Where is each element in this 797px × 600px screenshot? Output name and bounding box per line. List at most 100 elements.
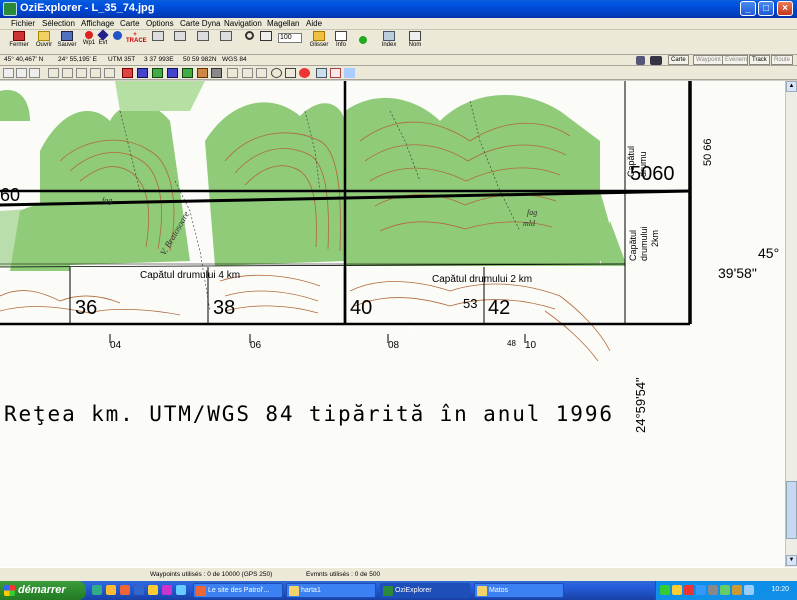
clock[interactable]: 10:20	[771, 586, 789, 593]
scroll-thumb[interactable]	[786, 481, 797, 539]
tool-b-button[interactable]	[170, 31, 190, 53]
zoom-fit-icon[interactable]	[104, 68, 115, 78]
zoom-100-icon[interactable]	[62, 68, 73, 78]
mm-icon[interactable]	[242, 68, 253, 78]
tray-volume-icon[interactable]	[708, 585, 718, 595]
close-map-button[interactable]: Fermer	[8, 31, 30, 53]
tool-c-button[interactable]	[193, 31, 213, 53]
waypoint-button[interactable]: Wp1	[82, 31, 96, 53]
gps-icon[interactable]	[636, 56, 645, 65]
quicklaunch-app-icon[interactable]	[176, 585, 186, 595]
task-le-site[interactable]: Le site des Patrol'...	[193, 583, 283, 598]
close-button[interactable]: ×	[777, 1, 793, 16]
quicklaunch-folder-icon[interactable]	[148, 585, 158, 595]
menu-magellan[interactable]: Magellan	[267, 19, 299, 28]
coordinate-bar: 45° 40,467' N 24° 55,195' E UTM 35T 3 37…	[0, 55, 797, 66]
move-button[interactable]	[352, 31, 374, 53]
scale-icon[interactable]	[256, 68, 267, 78]
chart-icon[interactable]	[330, 68, 341, 78]
zoom-50-icon[interactable]	[76, 68, 87, 78]
route-button[interactable]	[111, 31, 123, 53]
save-button[interactable]: Sauver	[56, 31, 78, 53]
line-tool-icon[interactable]	[29, 68, 40, 78]
zoom-value: 100	[278, 33, 302, 43]
place-mld: mld	[523, 219, 536, 228]
tab-waypoint[interactable]: Waypoint	[693, 55, 724, 65]
gps-misc-icon[interactable]	[211, 68, 222, 78]
menu-fichier[interactable]: Fichier	[11, 19, 35, 28]
track-button[interactable]: + TRACE	[126, 31, 147, 53]
topo-map[interactable]: 60 36 38 40 42 53 5060 50 66 Capătul dru…	[0, 81, 785, 567]
menu-aide[interactable]: Aide	[306, 19, 322, 28]
folder-icon	[477, 586, 487, 596]
tray-bluetooth-icon[interactable]	[696, 585, 706, 595]
task-oziexplorer[interactable]: OziExplorer	[380, 583, 470, 598]
tray-app-icon[interactable]	[672, 585, 682, 595]
menu-options[interactable]: Options	[146, 19, 174, 28]
scroll-up-icon[interactable]: ▲	[786, 81, 797, 92]
tab-evenements[interactable]: Evénements	[722, 55, 748, 65]
zoom-200-icon[interactable]	[48, 68, 59, 78]
save-map-icon[interactable]	[650, 56, 662, 65]
menu-affichage[interactable]: Affichage	[81, 19, 114, 28]
info-button[interactable]: Info	[332, 31, 350, 53]
gps-events-icon[interactable]	[197, 68, 208, 78]
map-list-icon[interactable]	[316, 68, 327, 78]
start-button[interactable]: démarrer	[0, 581, 86, 600]
zoom-select[interactable]: 100	[278, 31, 302, 53]
tab-track[interactable]: Track	[749, 55, 770, 65]
open-button[interactable]: Ouvrir	[33, 31, 55, 53]
quicklaunch-ie-icon[interactable]	[134, 585, 144, 595]
drag-button[interactable]: Glisser	[307, 31, 331, 53]
zoom-full-icon[interactable]	[90, 68, 101, 78]
compass-icon[interactable]	[271, 68, 282, 78]
gps-download-icon[interactable]	[152, 68, 163, 78]
antenna-icon[interactable]	[344, 68, 355, 78]
menu-selection[interactable]: Sélection	[42, 19, 75, 28]
task-harta1[interactable]: harta1	[286, 583, 376, 598]
title-bar[interactable]: OziExplorer - L_35_74.jpg _ □ ×	[0, 0, 797, 18]
select-tool-icon[interactable]	[3, 68, 14, 78]
info-label: Info	[335, 42, 346, 48]
event-button[interactable]: Evt	[97, 29, 109, 53]
quicklaunch-firefox-icon[interactable]	[120, 585, 130, 595]
quicklaunch-media-icon[interactable]	[162, 585, 172, 595]
nm-icon[interactable]	[227, 68, 238, 78]
task-matos[interactable]: Matos	[474, 583, 564, 598]
maximize-button[interactable]: □	[758, 1, 774, 16]
gps-route-icon[interactable]	[167, 68, 178, 78]
grid-label-53: 53	[463, 296, 477, 311]
scroll-down-icon[interactable]: ▼	[786, 555, 797, 566]
zoom-button[interactable]	[259, 31, 273, 53]
gps-track-icon[interactable]	[182, 68, 193, 78]
quicklaunch-explorer-icon[interactable]	[106, 585, 116, 595]
road-end-vert-2: drumului	[639, 226, 649, 261]
minimize-button[interactable]: _	[740, 1, 756, 16]
tray-network-icon[interactable]	[660, 585, 670, 595]
anchor-icon[interactable]	[285, 68, 296, 78]
stop-icon[interactable]	[299, 68, 310, 78]
index-button[interactable]: Index	[378, 31, 400, 53]
taskbar: démarrer Le site des Patrol'... harta1 O…	[0, 581, 797, 600]
gps-upload-icon[interactable]	[137, 68, 148, 78]
gps-connect-icon[interactable]	[122, 68, 133, 78]
tray-update-icon[interactable]	[720, 585, 730, 595]
menu-navigation[interactable]: Navigation	[224, 19, 262, 28]
tool-a-button[interactable]	[148, 31, 168, 53]
tray-security-icon[interactable]	[684, 585, 694, 595]
tab-route[interactable]: Route	[771, 55, 794, 65]
app-icon[interactable]	[3, 2, 17, 16]
map-canvas[interactable]: 60 36 38 40 42 53 5060 50 66 Capătul dru…	[0, 81, 785, 567]
name-button[interactable]: Nom	[405, 31, 425, 53]
tool-d-button[interactable]	[216, 31, 236, 53]
waypoint-icon	[85, 31, 93, 39]
vertical-scrollbar[interactable]: ▲ ▼	[785, 81, 797, 567]
quicklaunch-desktop-icon[interactable]	[92, 585, 102, 595]
tray-misc2-icon[interactable]	[744, 585, 754, 595]
menu-carte[interactable]: Carte	[120, 19, 140, 28]
tab-carte[interactable]: Carte	[668, 55, 689, 65]
tray-misc-icon[interactable]	[732, 585, 742, 595]
menu-carte-dyna[interactable]: Carte Dyna	[180, 19, 220, 28]
search-button[interactable]	[242, 31, 256, 53]
grid-tool-icon[interactable]	[16, 68, 27, 78]
